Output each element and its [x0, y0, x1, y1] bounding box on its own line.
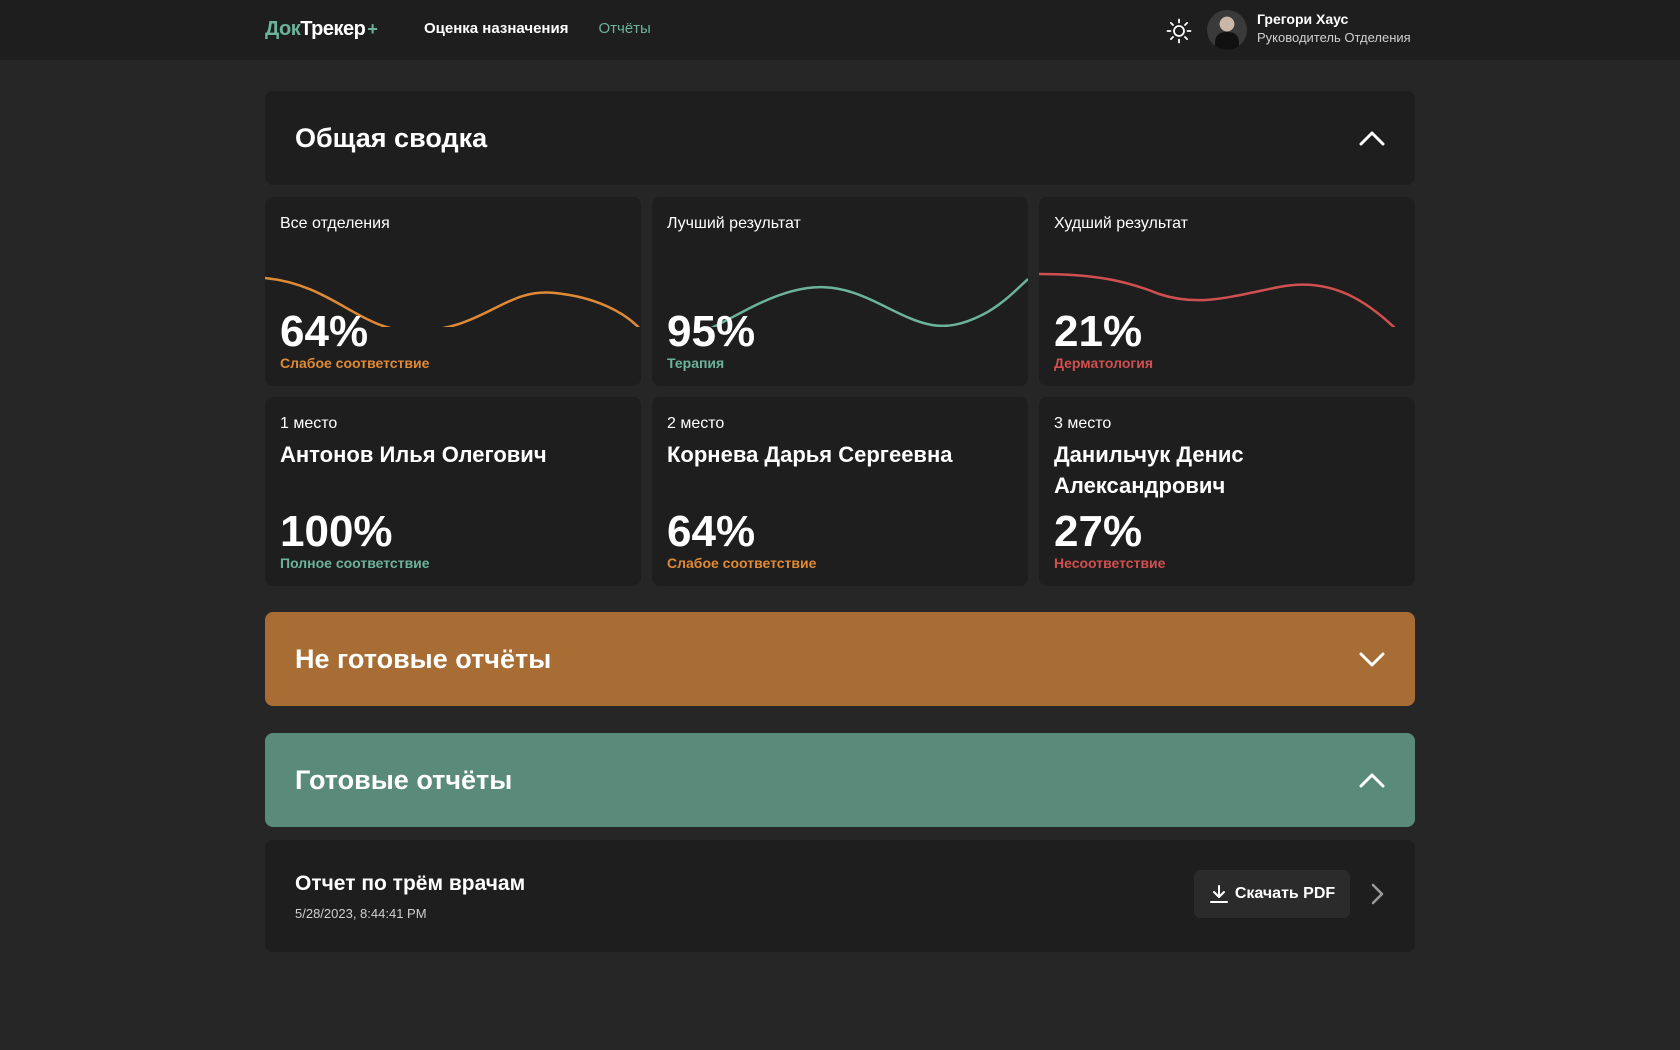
ready-reports-title: Готовые отчёты	[295, 765, 513, 795]
doctor-name: Данильчук Денис Александрович	[1054, 442, 1244, 498]
doctor-card-place-2: 2 место Корнева Дарья Сергеевна 64% Слаб…	[652, 397, 1028, 586]
report-date: 5/28/2023, 8:44:41 PM	[295, 906, 427, 921]
doctor-compliance: Несоответствие	[1054, 555, 1166, 571]
top-bar: Док Трекер + Оценка назначения Отчёты Грег…	[0, 0, 1680, 60]
stat-card-value: 21%	[1054, 307, 1143, 356]
not-ready-reports-title: Не готовые отчёты	[295, 644, 552, 674]
stat-card-all-departments: Все отделения 64% Слабое соответствие	[265, 197, 641, 386]
doctor-card-place-3: 3 место Данильчук Денис Александрович 27…	[1039, 397, 1415, 586]
stat-card-subtitle: Дерматология	[1054, 355, 1153, 371]
stat-card-value: 64%	[280, 307, 369, 356]
ready-reports-panel[interactable]: Готовые отчёты	[265, 733, 1415, 827]
doctor-name: Корнева Дарья Сергеевна	[667, 442, 953, 467]
stat-card-value: 95%	[667, 307, 756, 356]
logo-text-treker: Трекер	[300, 18, 366, 40]
doctor-place: 3 место	[1054, 415, 1112, 432]
chevron-down-icon[interactable]	[1359, 646, 1385, 672]
app-logo[interactable]: Док Трекер +	[265, 18, 378, 41]
download-icon	[1209, 884, 1229, 904]
user-name: Грегори Хаус	[1257, 11, 1349, 27]
stat-card-subtitle: Терапия	[667, 355, 725, 371]
report-title: Отчет по трём врачам	[295, 872, 526, 895]
doctor-score: 100%	[280, 507, 393, 556]
doctor-score: 64%	[667, 507, 756, 556]
nav-item-assessment[interactable]: Оценка назначения	[424, 20, 568, 37]
summary-panel-header[interactable]: Общая сводка	[265, 91, 1415, 185]
doctor-compliance: Полное соответствие	[280, 555, 430, 571]
download-pdf-label: Скачать PDF	[1234, 885, 1336, 902]
chevron-up-icon[interactable]	[1359, 125, 1385, 151]
avatar[interactable]	[1207, 10, 1247, 50]
sun-icon[interactable]	[1166, 18, 1192, 44]
not-ready-reports-panel[interactable]: Не готовые отчёты	[265, 612, 1415, 706]
doctor-score: 27%	[1054, 507, 1143, 556]
user-role: Руководитель Отделения	[1257, 30, 1411, 45]
stat-card-worst-result: Худший результат 21% Дерматология	[1039, 197, 1415, 386]
main-nav: Оценка назначения Отчёты	[424, 20, 651, 37]
chevron-right-icon[interactable]	[1365, 882, 1389, 906]
doctor-place: 2 место	[667, 415, 725, 432]
logo-plus-icon: +	[367, 19, 378, 39]
logo-text-dok: Док	[265, 18, 301, 40]
doctor-card-place-1: 1 место Антонов Илья Олегович 100% Полно…	[265, 397, 641, 586]
chevron-up-icon[interactable]	[1359, 767, 1385, 793]
nav-item-reports[interactable]: Отчёты	[598, 20, 650, 37]
download-pdf-button[interactable]: Скачать PDF	[1194, 870, 1350, 918]
doctor-name: Антонов Илья Олегович	[280, 442, 547, 467]
report-row[interactable]: Отчет по трём врачам 5/28/2023, 8:44:41 …	[265, 840, 1415, 952]
doctor-place: 1 место	[280, 415, 338, 432]
stat-card-best-result: Лучший результат 95% Терапия	[652, 197, 1028, 386]
summary-title: Общая сводка	[295, 123, 488, 153]
doctor-compliance: Слабое соответствие	[667, 555, 817, 571]
stat-card-subtitle: Слабое соответствие	[280, 355, 430, 371]
